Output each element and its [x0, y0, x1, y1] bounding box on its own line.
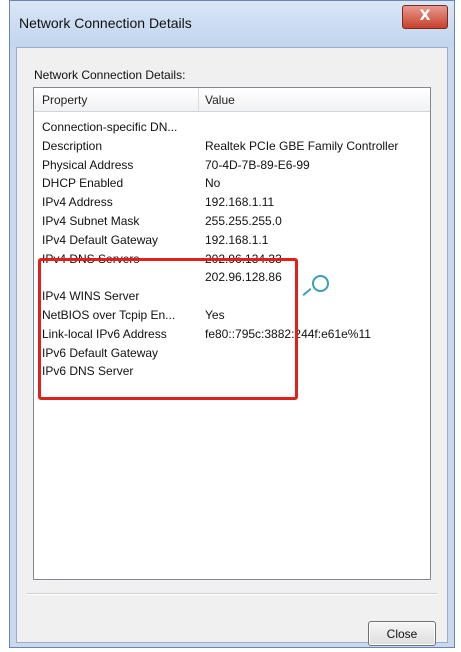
table-row[interactable]: IPv4 Address 192.168.1.11 [34, 193, 430, 212]
window-close-button[interactable]: X [402, 5, 448, 29]
column-header-value[interactable]: Value [205, 93, 235, 107]
table-row[interactable]: IPv4 Subnet Mask 255.255.255.0 [34, 212, 430, 231]
column-divider[interactable] [198, 88, 199, 111]
list-header: Property Value [34, 88, 430, 112]
row-property: IPv4 Address [42, 195, 113, 210]
row-property: Description [42, 138, 103, 153]
row-property: DHCP Enabled [42, 176, 124, 191]
close-button[interactable]: Close [368, 621, 436, 646]
row-property: IPv4 Default Gateway [42, 232, 159, 247]
row-property: Connection-specific DN... [42, 120, 178, 134]
table-row[interactable]: IPv4 Default Gateway 192.168.1.1 [34, 231, 430, 250]
window-title: Network Connection Details [19, 15, 192, 31]
table-row[interactable]: Connection-specific DN... [34, 118, 430, 137]
title-bar[interactable]: Network Connection Details X [10, 1, 454, 47]
annotation-highlight-box [38, 258, 298, 400]
dialog-body: Network Connection Details: Property Val… [16, 47, 448, 646]
table-row[interactable]: Physical Address 70-4D-7B-89-E6-99 [34, 156, 430, 175]
row-value: Realtek PCIe GBE Family Controller [205, 138, 399, 153]
divider [27, 593, 437, 595]
row-value: No [205, 176, 221, 191]
network-connection-details-window: Network Connection Details X Network Con… [9, 0, 455, 648]
row-value: 192.168.1.11 [205, 195, 275, 210]
table-row[interactable]: Description Realtek PCIe GBE Family Contr… [34, 137, 430, 156]
details-list[interactable]: Property Value Connection-specific DN...… [33, 87, 431, 580]
cursor-ring-icon [312, 275, 329, 292]
row-value: 255.255.255.0 [205, 214, 282, 228]
row-property: IPv4 Subnet Mask [42, 214, 140, 228]
row-property: Physical Address [42, 157, 134, 172]
table-row[interactable]: DHCP Enabled No [34, 174, 430, 193]
column-header-property[interactable]: Property [42, 93, 87, 107]
row-value: 70-4D-7B-89-E6-99 [205, 157, 310, 172]
section-label: Network Connection Details: [34, 68, 186, 82]
row-value: 192.168.1.1 [205, 232, 269, 247]
